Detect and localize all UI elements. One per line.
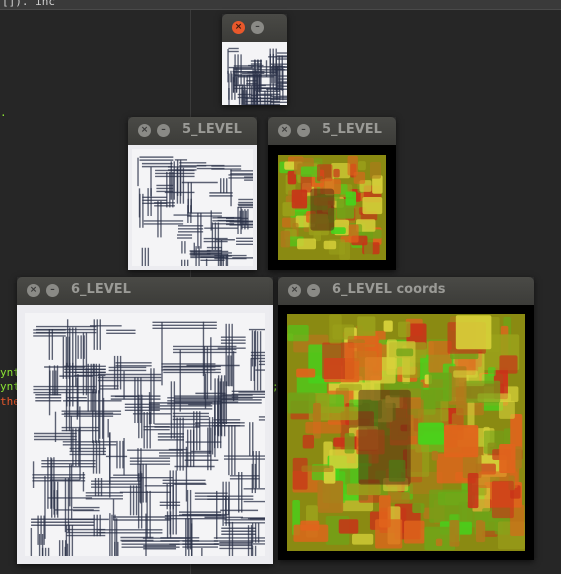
window-titlebar[interactable]: × – (222, 14, 287, 42)
editor-tab-bar: []). inc (0, 0, 561, 10)
texture-canvas (222, 42, 287, 105)
window-titlebar[interactable]: × – 6_LEVEL (17, 277, 273, 305)
code-fragment: . (0, 106, 7, 119)
close-icon[interactable]: × (232, 21, 245, 34)
close-icon[interactable]: × (27, 284, 40, 297)
window-title: 5_LEVEL (182, 122, 242, 137)
close-icon[interactable]: × (138, 124, 151, 137)
window-5-level[interactable]: × – 5_LEVEL (128, 117, 257, 270)
minimize-icon[interactable]: – (251, 21, 264, 34)
window-6-level[interactable]: × – 6_LEVEL (17, 277, 273, 564)
close-icon[interactable]: × (288, 284, 301, 297)
minimize-icon[interactable]: – (157, 124, 170, 137)
texture-canvas (128, 145, 257, 270)
minimize-icon[interactable]: – (307, 284, 320, 297)
window-title: 5_LEVEL (322, 122, 382, 137)
coords-canvas (278, 305, 534, 560)
window-title: 6_LEVEL coords (332, 282, 446, 297)
close-icon[interactable]: × (278, 124, 291, 137)
window-titlebar[interactable]: × – 5_LEVEL (128, 117, 257, 145)
minimize-icon[interactable]: – (46, 284, 59, 297)
minimize-icon[interactable]: – (297, 124, 310, 137)
texture-canvas (17, 305, 273, 564)
window-titlebar[interactable]: × – 6_LEVEL coords (278, 277, 534, 305)
window-5-level-coords[interactable]: × – 5_LEVEL (268, 117, 396, 270)
window-titlebar[interactable]: × – 5_LEVEL (268, 117, 396, 145)
editor-tab-label[interactable]: []). inc (2, 0, 55, 8)
window-6-level-coords[interactable]: × – 6_LEVEL coords (278, 277, 534, 560)
coords-canvas (268, 145, 396, 270)
window-input-texture[interactable]: × – (222, 14, 287, 105)
window-title: 6_LEVEL (71, 282, 131, 297)
